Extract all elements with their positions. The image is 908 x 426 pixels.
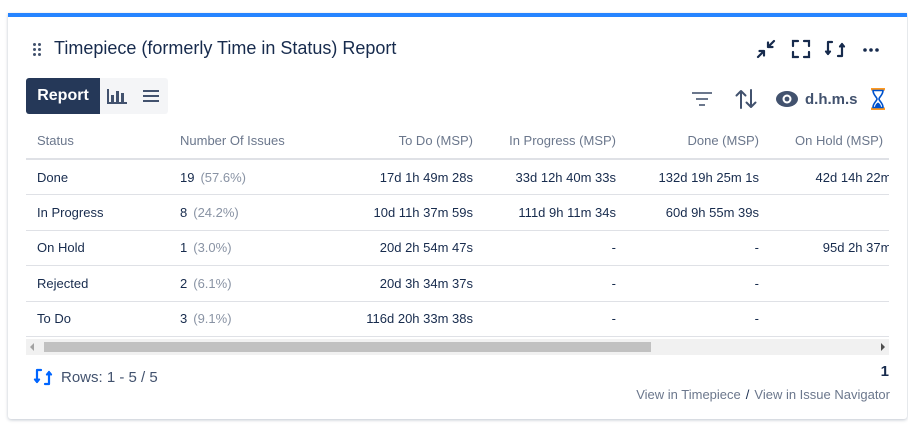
filter-icon: [692, 92, 712, 106]
column-header-on-hold[interactable]: On Hold (MSP): [769, 123, 889, 160]
column-header-done[interactable]: Done (MSP): [626, 123, 769, 160]
eye-icon: [776, 91, 798, 107]
cell-status: Rejected: [26, 265, 169, 302]
fullscreen-icon[interactable]: [789, 37, 813, 61]
sort-button[interactable]: [734, 85, 758, 113]
cell-todo: 17d 1h 49m 28s: [321, 159, 483, 195]
cell-status: On Hold: [26, 230, 169, 266]
cell-done: 132d 19h 25m 1s: [626, 159, 769, 195]
column-header-number-of-issues[interactable]: Number Of Issues: [169, 123, 321, 160]
reload-rows-icon[interactable]: [33, 366, 53, 388]
table-header-row: Status Number Of Issues To Do (MSP) In P…: [26, 123, 889, 160]
report-table: Status Number Of Issues To Do (MSP) In P…: [26, 123, 889, 337]
issue-percent: (6.1%): [193, 275, 232, 291]
view-in-timepiece-link[interactable]: View in Timepiece: [636, 387, 741, 402]
issue-percent: (3.0%): [193, 240, 232, 256]
refresh-icon[interactable]: [823, 37, 847, 61]
column-header-status[interactable]: Status: [26, 123, 169, 160]
cell-count: 19 (57.6%): [169, 159, 321, 195]
cell-in-progress: -: [483, 230, 626, 266]
cell-status: In Progress: [26, 194, 169, 231]
hourglass-icon: [871, 88, 885, 110]
link-separator: /: [745, 387, 750, 402]
table-row: Done 19 (57.6%) 17d 1h 49m 28s 33d 12h 40…: [26, 159, 889, 195]
drag-handle-icon[interactable]: [33, 43, 43, 57]
issue-count[interactable]: 8: [180, 205, 187, 220]
view-in-issue-navigator-link[interactable]: View in Issue Navigator: [754, 387, 890, 402]
timepiece-gadget: Timepiece (formerly Time in Status) Repo…: [8, 13, 907, 419]
cell-on-hold: 42d 14h 22m 48s: [769, 159, 889, 195]
cell-done: -: [626, 230, 769, 266]
cell-count: 1 (3.0%): [169, 230, 321, 266]
report-options: d.h.m.s: [8, 85, 907, 113]
cell-todo: 116d 20h 33m 38s: [321, 301, 483, 337]
issue-count[interactable]: 2: [180, 276, 187, 291]
cell-on-hold: [769, 265, 889, 302]
time-format-label: d.h.m.s: [805, 90, 858, 108]
hourglass-button[interactable]: [870, 85, 886, 113]
table-row: In Progress 8 (24.2%) 10d 11h 37m 59s 111…: [26, 194, 889, 231]
gadget-header: Timepiece (formerly Time in Status) Repo…: [8, 17, 907, 75]
sort-icon: [735, 89, 757, 109]
cell-on-hold: 95d 2h 37m 50s: [769, 230, 889, 266]
cell-in-progress: -: [483, 301, 626, 337]
cell-in-progress: 111d 9h 11m 34s: [483, 194, 626, 231]
scroll-right-arrow-icon[interactable]: [881, 343, 885, 351]
cell-status: To Do: [26, 301, 169, 337]
rows-count-label: Rows: 1 - 5 / 5: [61, 368, 158, 386]
issue-count[interactable]: 3: [180, 311, 187, 326]
cell-count: 8 (24.2%): [169, 194, 321, 231]
cell-done: 60d 9h 55m 39s: [626, 194, 769, 231]
cell-todo: 20d 2h 54m 47s: [321, 230, 483, 266]
cell-todo: 10d 11h 37m 59s: [321, 194, 483, 231]
issue-count[interactable]: 19: [180, 170, 194, 185]
table-row: On Hold 1 (3.0%) 20d 2h 54m 47s - - 95d 2…: [26, 230, 889, 266]
cell-in-progress: 33d 12h 40m 33s: [483, 159, 626, 195]
cell-count: 2 (6.1%): [169, 265, 321, 302]
issue-percent: (24.2%): [193, 204, 239, 220]
cell-on-hold: [769, 301, 889, 337]
cell-in-progress: -: [483, 265, 626, 302]
gadget-title: Timepiece (formerly Time in Status) Repo…: [54, 38, 397, 58]
page-number[interactable]: 1: [881, 363, 889, 380]
issue-percent: (57.6%): [200, 169, 246, 185]
footer-links: View in Timepiece / View in Issue Navigato…: [636, 387, 890, 402]
column-header-in-progress[interactable]: In Progress (MSP): [483, 123, 626, 160]
report-table-container: Status Number Of Issues To Do (MSP) In P…: [26, 123, 889, 339]
cell-done: -: [626, 265, 769, 302]
time-format-toggle[interactable]: d.h.m.s: [775, 85, 858, 113]
collapse-icon[interactable]: [754, 37, 778, 61]
scroll-left-arrow-icon[interactable]: [30, 343, 34, 351]
more-icon[interactable]: [859, 37, 883, 61]
table-row: Rejected 2 (6.1%) 20d 3h 34m 37s - -: [26, 265, 889, 302]
scrollbar-thumb[interactable]: [44, 342, 651, 352]
issue-percent: (9.1%): [193, 311, 232, 327]
cell-status: Done: [26, 159, 169, 195]
cell-todo: 20d 3h 34m 37s: [321, 265, 483, 302]
column-header-todo[interactable]: To Do (MSP): [321, 123, 483, 160]
filter-button[interactable]: [691, 85, 713, 113]
cell-count: 3 (9.1%): [169, 301, 321, 337]
issue-count[interactable]: 1: [180, 240, 187, 255]
cell-on-hold: [769, 194, 889, 231]
table-row: To Do 3 (9.1%) 116d 20h 33m 38s - -: [26, 301, 889, 337]
cell-done: -: [626, 301, 769, 337]
rows-summary: Rows: 1 - 5 / 5: [33, 366, 158, 388]
horizontal-scrollbar[interactable]: [26, 339, 889, 355]
